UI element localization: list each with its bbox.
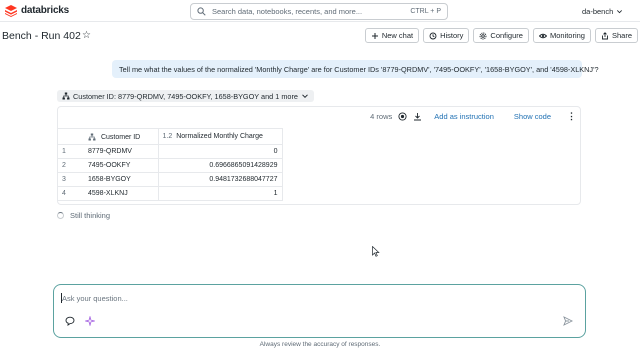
send-icon[interactable] (563, 316, 573, 326)
hierarchy-icon (62, 92, 70, 100)
normalized-monthly-charge-header[interactable]: 1.2 Normalized Monthly Charge (158, 128, 283, 145)
result-toolbar: 4 rows Add as instruction Show code ⋮ (370, 111, 576, 122)
customer-id-header[interactable]: Customer ID (84, 128, 159, 145)
mouse-cursor-icon (372, 246, 380, 257)
star-icon[interactable]: ☆ (82, 30, 91, 41)
new-chat-label: New chat (381, 31, 414, 40)
charge-cell: 0 (158, 144, 283, 159)
global-search-input[interactable]: Search data, notebooks, recents, and mor… (190, 3, 448, 20)
numeric-type-badge: 1.2 (162, 133, 173, 140)
charge-cell: 0.9481732688047727 (158, 172, 283, 187)
table-row[interactable]: 2 7495-OOKFY 0.6966865091428929 (58, 158, 283, 173)
row-index: 3 (58, 172, 84, 187)
row-index: 2 (58, 158, 84, 173)
table-header-row: Customer ID 1.2 Normalized Monthly Charg… (58, 128, 283, 145)
table-row[interactable]: 3 1658-BYGOY 0.9481732688047727 (58, 172, 283, 187)
search-shortcut: CTRL + P (410, 8, 441, 15)
speech-bubble-icon[interactable] (65, 316, 75, 326)
customer-id-cell: 8779-QRDMV (84, 144, 159, 159)
filter-pill[interactable]: Customer ID: 8779-QRDMV, 7495-OOKFY, 165… (57, 90, 314, 102)
row-index: 1 (58, 144, 84, 159)
customer-id-cell: 7495-OOKFY (84, 158, 159, 173)
chevron-down-icon (617, 10, 623, 14)
plus-icon (371, 32, 378, 39)
download-icon[interactable] (413, 112, 422, 121)
search-placeholder: Search data, notebooks, recents, and mor… (212, 7, 363, 16)
user-message: Tell me what the values of the normalize… (112, 60, 599, 78)
accuracy-disclaimer: Always review the accuracy of responses. (259, 341, 381, 348)
header-actions: New chat History Configure Monitoring Sh… (364, 28, 638, 43)
charge-cell: 0.6966865091428929 (158, 158, 283, 173)
page-title: Bench - Run 402 (2, 30, 81, 42)
status-text: Still thinking (70, 211, 111, 220)
top-bar: databricks Search data, notebooks, recen… (0, 0, 640, 22)
table-row[interactable]: 1 8779-QRDMV 0 (58, 144, 283, 159)
sparkle-icon[interactable] (85, 316, 95, 326)
record-icon[interactable] (398, 112, 407, 121)
composer-tools (65, 316, 95, 326)
row-count: 4 rows (370, 112, 393, 121)
thinking-status: Still thinking (57, 211, 110, 220)
search-icon (197, 7, 206, 16)
configure-button[interactable]: Configure (473, 28, 529, 43)
monitoring-label: Monitoring (549, 31, 585, 40)
customer-id-cell: 4598-XLKNJ (84, 186, 159, 201)
share-button[interactable]: Share (594, 28, 638, 43)
gear-icon (479, 32, 487, 39)
databricks-logo-icon (5, 5, 17, 17)
share-icon (602, 31, 608, 39)
hierarchy-icon (88, 133, 96, 140)
chat-composer[interactable]: Ask your question... (53, 284, 586, 338)
history-button[interactable]: History (423, 28, 470, 43)
history-label: History (440, 31, 464, 40)
add-instruction-link[interactable]: Add as instruction (434, 112, 494, 121)
column-label: Normalized Monthly Charge (176, 133, 263, 140)
databricks-logo[interactable]: databricks (4, 4, 69, 17)
brand-name: databricks (21, 5, 70, 16)
filter-label: Customer ID: 8779-QRDMV, 7495-OOKFY, 165… (73, 91, 298, 101)
eye-icon (538, 33, 547, 38)
configure-label: Configure (490, 31, 523, 40)
more-options-icon[interactable]: ⋮ (567, 111, 576, 122)
column-label: Customer ID (100, 133, 141, 141)
index-header (58, 128, 84, 145)
show-code-link[interactable]: Show code (514, 112, 551, 121)
spinner-icon (57, 212, 64, 219)
new-chat-button[interactable]: New chat (364, 28, 420, 43)
question-input[interactable]: Ask your question... (62, 294, 128, 303)
workspace-name: da-bench (582, 7, 614, 16)
customer-id-cell: 1658-BYGOY (84, 172, 159, 187)
result-card: 4 rows Add as instruction Show code ⋮ Cu… (57, 106, 581, 205)
row-index: 4 (58, 186, 84, 201)
table-row[interactable]: 4 4598-XLKNJ 1 (58, 186, 283, 201)
chevron-down-icon (302, 94, 308, 99)
charge-cell: 1 (158, 186, 283, 201)
result-table: Customer ID 1.2 Normalized Monthly Charg… (58, 128, 283, 201)
monitoring-button[interactable]: Monitoring (532, 28, 591, 43)
share-label: Share (611, 31, 632, 40)
history-icon (429, 32, 437, 39)
workspace-switcher[interactable]: da-bench (582, 7, 623, 16)
